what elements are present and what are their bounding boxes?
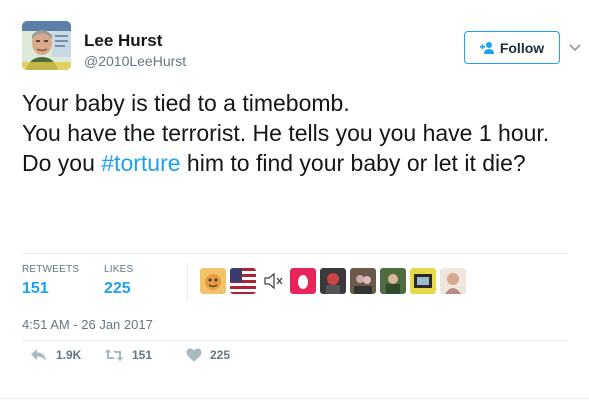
hashtag-link[interactable]: #torture bbox=[101, 150, 180, 176]
reply-icon bbox=[31, 349, 46, 361]
liker-avatar[interactable] bbox=[230, 268, 256, 294]
like-count: 225 bbox=[210, 348, 231, 362]
stats-divider bbox=[187, 262, 188, 300]
like-button[interactable]: 225 bbox=[186, 348, 230, 362]
retweet-count: 151 bbox=[132, 348, 153, 362]
author-name[interactable]: Lee Hurst bbox=[84, 31, 162, 51]
retweet-icon bbox=[104, 349, 124, 361]
retweets-stat[interactable]: RETWEETS 151 bbox=[22, 264, 79, 298]
tweet-text-segment: him to find your baby or let it die? bbox=[180, 150, 526, 176]
reply-button[interactable]: 1.9K bbox=[30, 348, 81, 362]
chevron-down-icon[interactable] bbox=[568, 40, 582, 52]
liker-avatar[interactable] bbox=[440, 268, 466, 294]
heart-icon bbox=[186, 348, 202, 362]
add-user-icon bbox=[479, 41, 496, 55]
author-avatar[interactable] bbox=[22, 21, 71, 70]
tweet-stats: RETWEETS 151 LIKES 225 bbox=[22, 253, 567, 301]
follow-button[interactable]: Follow bbox=[464, 31, 560, 64]
retweet-button[interactable]: 151 bbox=[104, 348, 152, 362]
divider bbox=[22, 340, 567, 341]
retweets-label: RETWEETS bbox=[22, 264, 80, 275]
tweet-card: Lee Hurst @2010LeeHurst Follow Your baby… bbox=[0, 0, 589, 401]
liker-avatar[interactable] bbox=[320, 268, 346, 294]
liker-avatar[interactable] bbox=[350, 268, 376, 294]
muted-icon[interactable] bbox=[260, 268, 286, 294]
likes-value: 225 bbox=[104, 280, 131, 297]
author-handle[interactable]: @2010LeeHurst bbox=[84, 53, 186, 69]
reply-count: 1.9K bbox=[56, 348, 82, 362]
tweet-timestamp[interactable]: 4:51 AM - 26 Jan 2017 bbox=[22, 317, 153, 332]
tweet-line: You have the terrorist. He tells you you… bbox=[22, 120, 550, 146]
retweets-value: 151 bbox=[22, 280, 49, 297]
tweet-text-segment: Do you bbox=[22, 150, 102, 176]
liker-avatar[interactable] bbox=[200, 268, 226, 294]
tweet-text: Your baby is tied to a timebomb. You hav… bbox=[22, 88, 562, 178]
liker-avatar[interactable] bbox=[410, 268, 436, 294]
likes-stat[interactable]: LIKES 225 bbox=[104, 264, 133, 298]
divider bbox=[0, 398, 589, 399]
liker-avatars bbox=[200, 268, 466, 294]
tweet-line: Do you #torture him to find your baby or… bbox=[22, 148, 562, 178]
liker-avatar[interactable] bbox=[380, 268, 406, 294]
likes-label: LIKES bbox=[104, 264, 134, 275]
tweet-line: Your baby is tied to a timebomb. bbox=[22, 90, 350, 116]
follow-button-label: Follow bbox=[499, 39, 545, 56]
liker-avatar[interactable] bbox=[290, 268, 316, 294]
